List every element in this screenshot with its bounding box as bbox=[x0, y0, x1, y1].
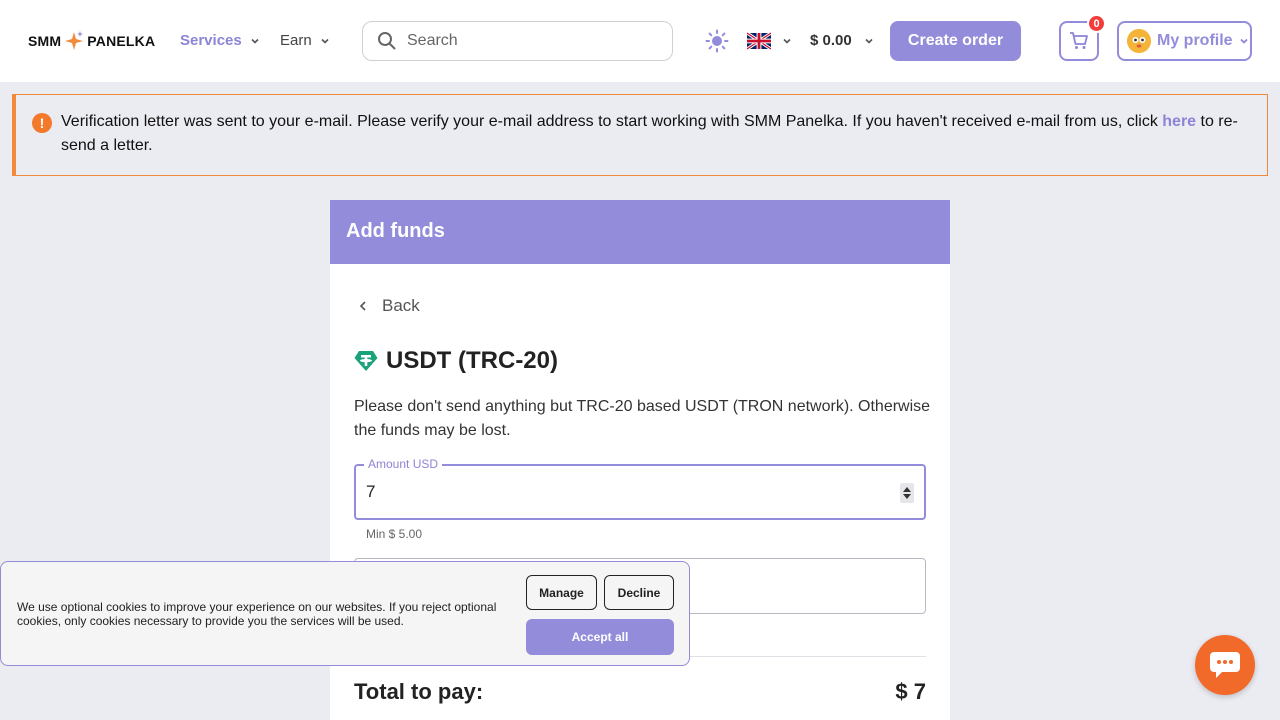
cart-count-badge: 0 bbox=[1087, 14, 1106, 33]
search-input[interactable] bbox=[407, 32, 647, 50]
chevron-down-icon bbox=[251, 38, 259, 44]
uk-flag-icon[interactable] bbox=[747, 32, 771, 50]
search-box[interactable] bbox=[362, 21, 673, 61]
avatar bbox=[1127, 29, 1151, 53]
search-icon bbox=[378, 32, 396, 50]
stepper-up-icon[interactable] bbox=[903, 487, 911, 492]
cookie-text: We use optional cookies to improve your … bbox=[17, 600, 497, 628]
payment-method-title: USDT (TRC-20) bbox=[354, 347, 558, 375]
top-header: SMM PANELKA Services Earn Search $ 0.00 … bbox=[0, 0, 1280, 82]
nav-services[interactable]: Services bbox=[180, 32, 260, 49]
tether-icon bbox=[354, 351, 378, 371]
back-button[interactable]: Back bbox=[358, 296, 420, 316]
chevron-down-icon bbox=[865, 38, 873, 44]
nav-earn-label: Earn bbox=[280, 32, 312, 49]
logo-text-left: SMM bbox=[28, 33, 62, 49]
nav-services-label: Services bbox=[180, 32, 242, 49]
alert-text-before: Verification letter was sent to your e-m… bbox=[61, 113, 1163, 130]
nav-earn[interactable]: Earn bbox=[280, 32, 330, 49]
amount-field[interactable]: Amount USD bbox=[354, 457, 926, 520]
create-order-button[interactable]: Create order bbox=[890, 21, 1021, 61]
profile-label: My profile bbox=[1157, 32, 1233, 49]
back-label: Back bbox=[382, 296, 420, 315]
chevron-down-icon bbox=[321, 38, 329, 44]
payment-method-name: USDT (TRC-20) bbox=[386, 347, 558, 374]
total-label: Total to pay: bbox=[354, 679, 484, 704]
chevron-down-icon bbox=[1239, 38, 1248, 44]
verification-alert: ! Verification letter was sent to your e… bbox=[12, 94, 1268, 176]
exclamation-icon: ! bbox=[32, 113, 52, 133]
logo-star-icon bbox=[63, 30, 85, 52]
chevron-down-icon[interactable] bbox=[782, 36, 792, 46]
network-warning: Please don't send anything but TRC-20 ba… bbox=[354, 398, 931, 439]
total-value: $ 7 bbox=[895, 679, 926, 704]
resend-link[interactable]: here bbox=[1162, 113, 1196, 130]
stepper-down-icon[interactable] bbox=[903, 494, 911, 499]
chat-button[interactable] bbox=[1195, 635, 1255, 695]
logo-text-right: PANELKA bbox=[87, 33, 156, 49]
min-amount-note: Min $ 5.00 bbox=[366, 527, 423, 541]
alert-text: Verification letter was sent to your e-m… bbox=[61, 110, 1256, 158]
sun-icon[interactable] bbox=[705, 29, 729, 53]
chat-bubble-icon bbox=[1210, 652, 1240, 678]
amount-label: Amount USD bbox=[364, 457, 443, 471]
accept-all-cookies-button[interactable]: Accept all bbox=[526, 619, 674, 655]
chevron-left-icon bbox=[359, 301, 366, 311]
logo[interactable]: SMM PANELKA bbox=[28, 30, 155, 52]
decline-cookies-button[interactable]: Decline bbox=[604, 575, 674, 610]
balance-dropdown[interactable]: $ 0.00 bbox=[810, 32, 874, 49]
amount-input[interactable] bbox=[366, 482, 866, 502]
manage-cookies-button[interactable]: Manage bbox=[526, 575, 597, 610]
amount-stepper[interactable] bbox=[900, 483, 914, 503]
cookie-banner: We use optional cookies to improve your … bbox=[0, 561, 690, 666]
profile-dropdown[interactable]: My profile bbox=[1117, 21, 1252, 61]
cart-icon bbox=[1070, 32, 1088, 49]
card-title: Add funds bbox=[330, 200, 950, 264]
balance-value: $ 0.00 bbox=[810, 32, 852, 49]
